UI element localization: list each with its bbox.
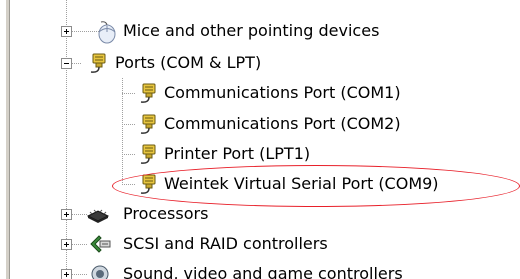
- tree-item-label: SCSI and RAID controllers: [123, 234, 328, 253]
- tree-item-lpt1[interactable]: Printer Port (LPT1): [0, 139, 520, 169]
- tree-item-com1[interactable]: Communications Port (COM1): [0, 78, 520, 108]
- expand-plus-icon[interactable]: [61, 239, 72, 250]
- tree-item-ports[interactable]: Ports (COM & LPT): [0, 48, 520, 78]
- tree-item-mice[interactable]: Mice and other pointing devices: [0, 16, 520, 46]
- tree-item-label: Printer Port (LPT1): [164, 144, 311, 163]
- tree-item-label: Sound, video and game controllers: [123, 264, 403, 279]
- tree-item-processors[interactable]: Processors: [0, 199, 520, 229]
- processor-chip-icon: [86, 209, 110, 223]
- expand-plus-icon[interactable]: [61, 269, 72, 279]
- tree-item-label: Ports (COM & LPT): [115, 53, 262, 72]
- port-connector-icon: [140, 83, 156, 103]
- port-connector-icon: [140, 144, 156, 164]
- tree-item-com2[interactable]: Communications Port (COM2): [0, 109, 520, 139]
- sound-speaker-icon: [91, 265, 109, 279]
- port-connector-icon: [90, 53, 106, 73]
- mouse-icon: [98, 21, 116, 44]
- expand-plus-icon[interactable]: [61, 209, 72, 220]
- expand-plus-icon[interactable]: [61, 26, 72, 37]
- tree-item-scsi[interactable]: SCSI and RAID controllers: [0, 229, 520, 259]
- device-manager-tree: Mice and other pointing devices Ports (C…: [0, 0, 520, 279]
- tree-item-label: Communications Port (COM1): [164, 83, 401, 102]
- collapse-minus-icon[interactable]: [61, 58, 72, 69]
- tree-item-label: Communications Port (COM2): [164, 114, 401, 133]
- scsi-controller-icon: [90, 235, 111, 253]
- tree-item-label: Mice and other pointing devices: [123, 21, 380, 40]
- tree-item-label: Processors: [123, 204, 209, 223]
- port-connector-icon: [140, 114, 156, 134]
- tree-item-sound[interactable]: Sound, video and game controllers: [0, 259, 520, 279]
